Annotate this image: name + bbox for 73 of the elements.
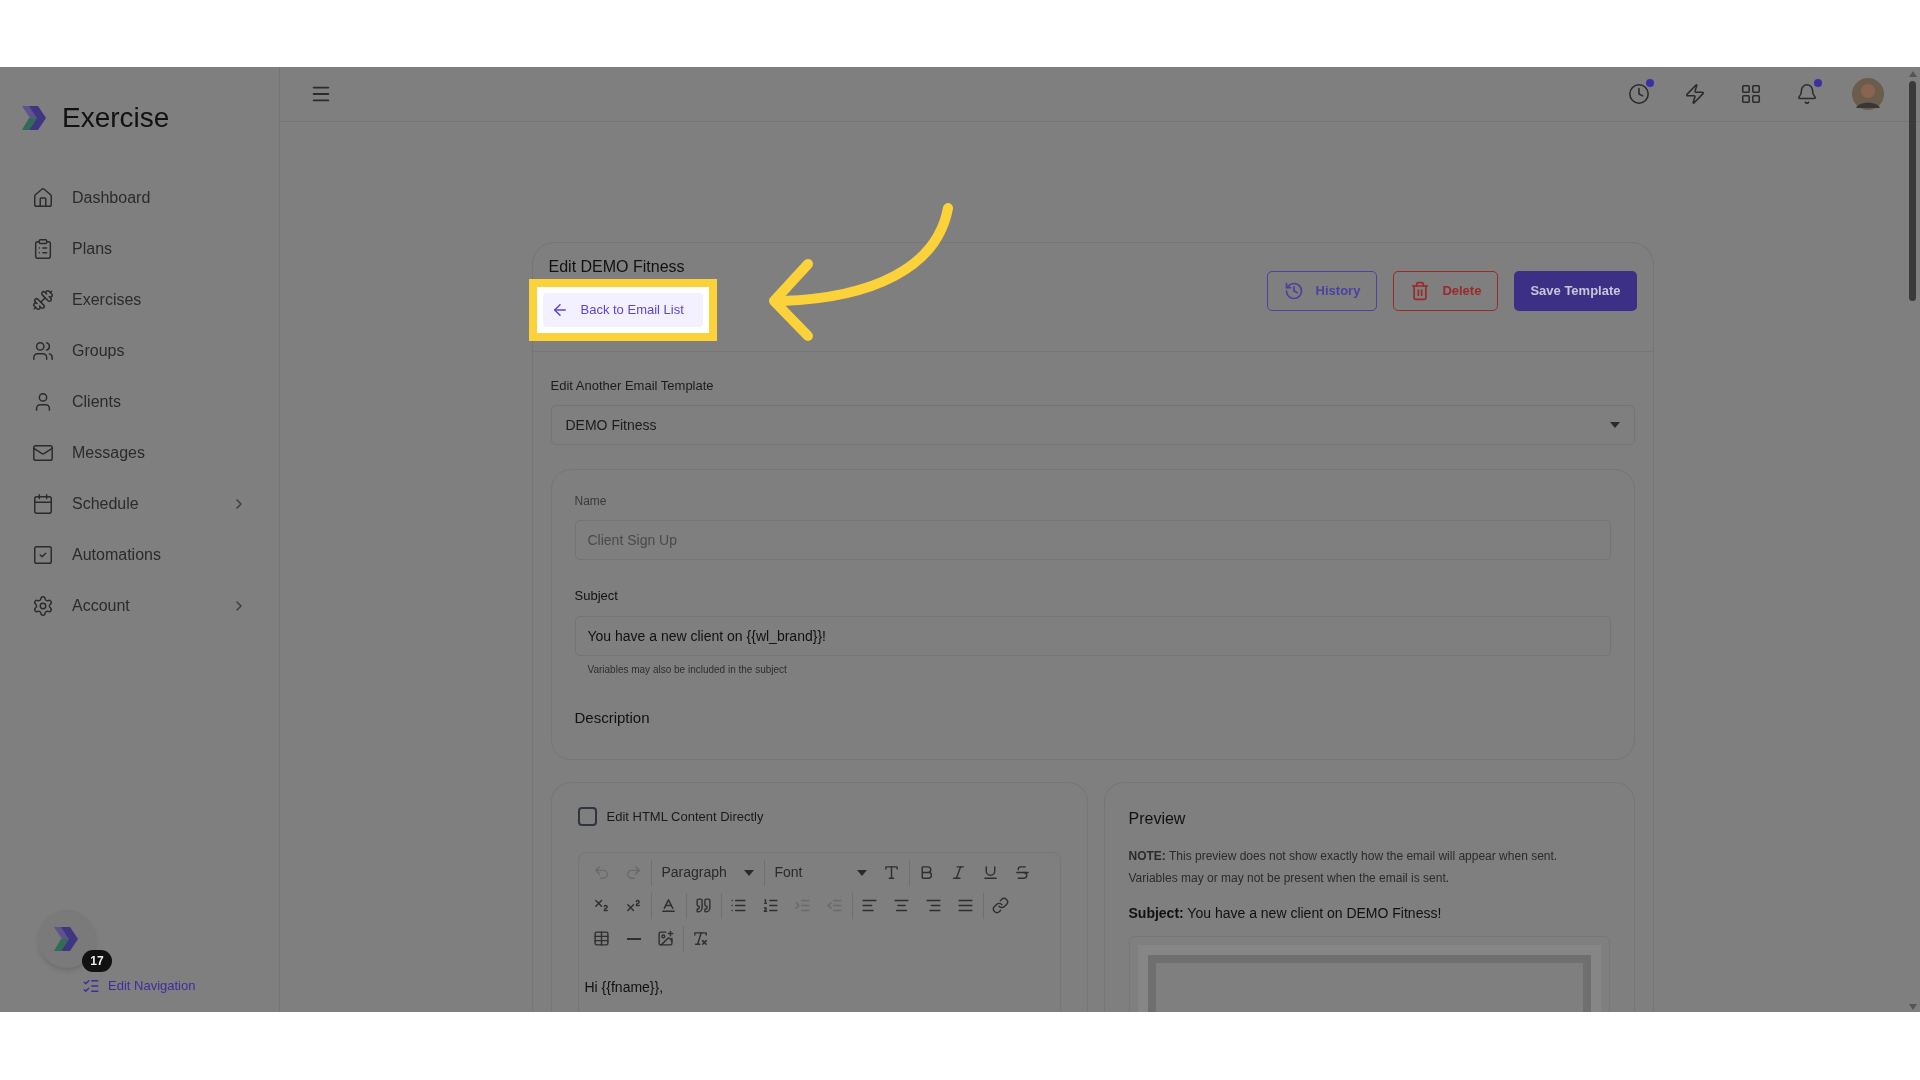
html-checkbox[interactable]: Edit HTML Content Directly <box>577 807 1061 827</box>
preview-note: NOTE: This preview does not show exactly how the email will appear when sent. Variables may or may not be present when the email is sent. <box>1128 848 1559 887</box>
sidebar-item[interactable]: Automations <box>20 534 259 576</box>
caret-icon <box>1609 422 1620 428</box>
horizontal-rule-icon <box>626 937 641 940</box>
align-left-icon <box>861 897 878 914</box>
brand-name: Exercise <box>62 101 170 135</box>
image-add-icon <box>657 930 674 947</box>
superscript-icon <box>625 897 642 914</box>
dumbbell-icon <box>32 289 54 311</box>
edit-navigation-link[interactable]: Edit Navigation <box>82 976 196 996</box>
bullet-list-icon <box>730 897 747 914</box>
preview-title: Preview <box>1128 809 1187 829</box>
sidebar-item[interactable]: Schedule <box>20 483 259 525</box>
numbered-list-icon <box>762 897 779 914</box>
table-icon <box>593 930 610 947</box>
sidebar-item[interactable]: Plans <box>20 228 259 270</box>
editor-text: Hi {{fname}}, <box>583 977 665 997</box>
justify-icon <box>957 897 974 914</box>
back-link[interactable]: Back to Email List <box>542 293 703 327</box>
settings-icon <box>32 595 54 617</box>
text-color-icon <box>660 897 677 914</box>
sidebar-item[interactable]: Clients <box>20 381 259 423</box>
strikethrough-icon <box>1014 864 1031 881</box>
text-size-icon <box>883 864 900 881</box>
users-icon <box>32 340 54 362</box>
italic-icon <box>950 864 967 881</box>
scroll-up-icon <box>1908 71 1917 77</box>
format-dropdown[interactable]: Font <box>768 859 873 886</box>
history-icon <box>1283 281 1304 301</box>
format-dropdown[interactable]: Paragraph <box>655 859 760 886</box>
subject-field[interactable]: You have a new client on {{wl_brand}}! <box>574 615 1611 656</box>
field-label: Description <box>574 707 651 728</box>
avatar[interactable] <box>1852 78 1884 110</box>
calendar-icon <box>32 493 54 515</box>
sidebar-item[interactable]: Messages <box>20 432 259 474</box>
outline-action-button[interactable]: History <box>1266 271 1378 311</box>
lightning-icon <box>1684 83 1706 105</box>
field-label: Edit Another Email Template <box>550 376 715 395</box>
page-title: Edit DEMO Fitness <box>548 259 686 275</box>
sidebar-item[interactable]: Groups <box>20 330 259 372</box>
trash-icon <box>1410 281 1431 301</box>
grid-icon <box>1740 83 1762 105</box>
quote-icon <box>695 897 712 914</box>
clear-format-icon <box>692 930 709 947</box>
scroll-down-icon <box>1908 1004 1917 1010</box>
count-badge: 17 <box>82 950 112 972</box>
grid-button[interactable] <box>1740 83 1762 105</box>
caret-icon <box>856 869 867 876</box>
bell-icon <box>1796 83 1818 105</box>
preview-subject: Subject: You have a new client on DEMO Fitness! <box>1128 904 1443 923</box>
sidebar-item[interactable]: Account <box>20 585 259 627</box>
sidebar-item[interactable]: Exercises <box>20 279 259 321</box>
align-right-icon <box>925 897 942 914</box>
danger-action-button[interactable]: Delete <box>1393 271 1499 311</box>
subscript-icon <box>593 897 610 914</box>
envelope-icon <box>32 442 54 464</box>
field-label: Subject <box>574 587 619 605</box>
primary-action-button[interactable]: Save Template <box>1514 271 1637 311</box>
lightning-button[interactable] <box>1684 83 1706 105</box>
scrollbar-thumb[interactable] <box>1909 81 1916 301</box>
clipboard-icon <box>32 238 54 260</box>
sidebar-item[interactable]: Dashboard <box>20 177 259 219</box>
checkbox-icon <box>32 544 54 566</box>
clock-icon <box>1628 83 1650 105</box>
field-hint: Variables may also be included in the subject <box>587 662 788 677</box>
template-select[interactable]: DEMO Fitness <box>550 405 1635 445</box>
caret-icon <box>743 869 754 876</box>
house-icon <box>32 187 54 209</box>
field-label: Name <box>574 493 608 510</box>
align-center-icon <box>893 897 910 914</box>
underline-icon <box>982 864 999 881</box>
link-icon <box>992 897 1009 914</box>
